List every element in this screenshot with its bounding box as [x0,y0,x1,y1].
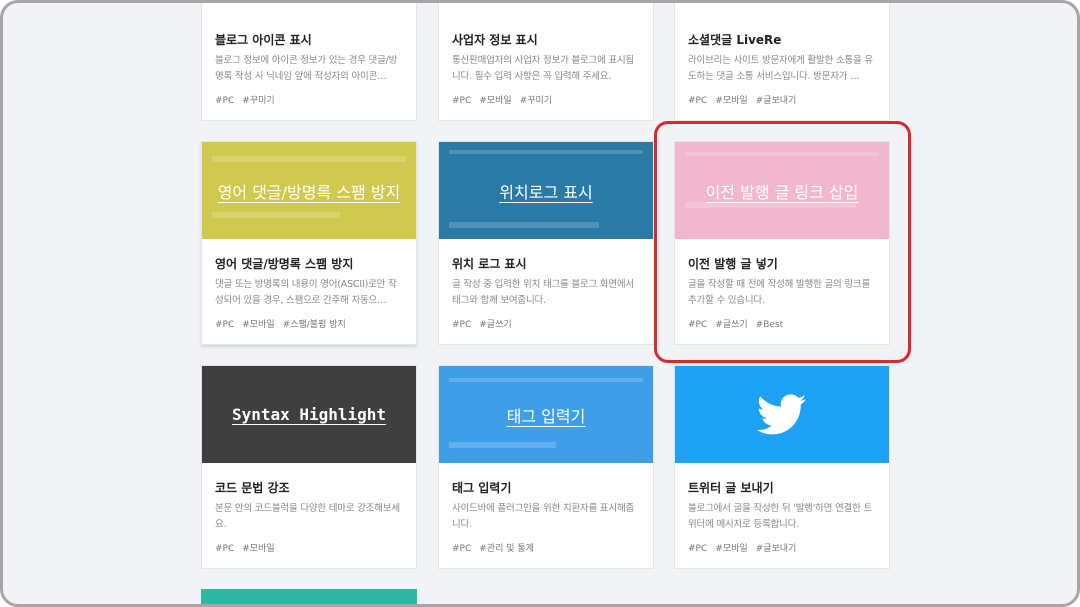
card-title: 블로그 아이콘 표시 [215,33,312,47]
card-title: 코드 문법 강조 [215,481,290,495]
card-tags: #PC #모바일 #글보내기 [688,541,877,554]
tag[interactable]: #스팸/불펌 방지 [283,320,346,330]
card-thumbnail [675,366,889,463]
tag[interactable]: #PC [215,320,234,330]
tag[interactable]: #모바일 [715,544,747,554]
tag[interactable]: #글쓰기 [479,320,511,330]
tag[interactable]: #PC [688,96,707,106]
card-thumbnail: Syntax Highlight [202,366,416,463]
card-tags: #PC #관리 및 통계 [452,541,641,554]
tag[interactable]: #PC [215,544,234,554]
card-description: 본문 안의 코드블럭을 다양한 테마로 강조해보세요. [215,503,400,530]
card-description: 라이브리는 사이트 방문자에게 활발한 소통을 유도하는 댓글 소통 서비스입니… [688,55,873,82]
card-description: 통신판매업자의 사업자 정보가 블로그에 표시됩니다. 필수 입력 사항은 꼭 … [452,55,635,82]
tag[interactable]: #모바일 [479,96,511,106]
card-description: 댓글 또는 방명록의 내용이 영어(ASCII)로만 작성되어 있을 경우, 스… [215,279,397,306]
tag[interactable]: #PC [215,96,234,106]
card-tags: #PC #꾸미기 [215,93,404,106]
card-tags: #PC #글쓰기 [452,317,641,330]
plugin-card-location-log[interactable]: 위치로그 표시 위치 로그 표시 글 작성 중 입력한 위치 태그를 블로그 화… [438,141,654,345]
card-thumbnail: 위치로그 표시 [439,142,653,239]
plugin-card-partial[interactable] [201,589,417,604]
plugin-card-twitter-post[interactable]: 트위터 글 보내기 블로그에서 글을 작성한 뒤 '발행'하면 연결한 트위터에… [674,365,890,569]
tag[interactable]: #PC [452,320,471,330]
card-thumbnail [201,589,417,604]
card-thumbnail: 영어 댓글/방명록 스팸 방지 [202,142,416,239]
card-title: 소셜댓글 LiveRe [688,33,782,47]
card-title: 태그 입력기 [452,481,512,495]
thumbnail-title: 태그 입력기 [506,406,586,426]
twitter-bird-icon [757,393,807,434]
tag[interactable]: #PC [452,544,471,554]
tag[interactable]: #꾸미기 [242,96,274,106]
plugin-card-livere[interactable]: 소셜댓글 LiveRe 라이브리는 사이트 방문자에게 활발한 소통을 유도하는… [674,3,890,121]
thumbnail-title: Syntax Highlight [231,405,387,424]
card-title: 영어 댓글/방명록 스팸 방지 [215,257,354,271]
card-thumbnail: 태그 입력기 [439,366,653,463]
plugin-gallery: 블로그 아이콘 표시 블로그 정보에 아이콘 정보가 있는 경우 댓글/방명록 … [0,0,1080,607]
card-description: 블로그 정보에 아이콘 정보가 있는 경우 댓글/방명록 작성 시 닉네임 앞에… [215,55,398,82]
card-tags: #PC #모바일 #글보내기 [688,93,877,106]
card-title: 사업자 정보 표시 [452,33,538,47]
thumbnail-title: 영어 댓글/방명록 스팸 방지 [217,182,401,202]
tag[interactable]: #모바일 [242,544,274,554]
card-color-strip [202,0,416,3]
card-title: 트위터 글 보내기 [688,481,774,495]
plugin-card-tag-input[interactable]: 태그 입력기 태그 입력기 사이드바에 플러그인을 위한 치환자를 표시해줍니다… [438,365,654,569]
card-tags: #PC #모바일 [215,541,404,554]
plugin-card-business-info[interactable]: 사업자 정보 표시 통신판매업자의 사업자 정보가 블로그에 표시됩니다. 필수… [438,0,654,121]
card-tags: #PC #모바일 #스팸/불펌 방지 [215,317,404,330]
tag[interactable]: #관리 및 통계 [479,544,534,554]
card-description: 글 작성 중 입력한 위치 태그를 블로그 화면에서 태그와 함께 보여줍니다. [452,279,634,306]
tag[interactable]: #글보내기 [756,96,797,106]
plugin-card-english-spam-block[interactable]: 영어 댓글/방명록 스팸 방지 영어 댓글/방명록 스팸 방지 댓글 또는 방명… [201,141,417,345]
tag[interactable]: #모바일 [715,96,747,106]
tag[interactable]: #글보내기 [756,544,797,554]
card-color-strip [439,0,653,3]
tag[interactable]: #꾸미기 [520,96,552,106]
tag[interactable]: #PC [688,544,707,554]
card-description: 블로그에서 글을 작성한 뒤 '발행'하면 연결한 트위터에 메시지로 등록합니… [688,503,873,530]
tag[interactable]: #PC [452,96,471,106]
tag[interactable]: #모바일 [242,320,274,330]
card-description: 사이드바에 플러그인을 위한 치환자를 표시해줍니다. [452,503,635,530]
plugin-card-blog-icon[interactable]: 블로그 아이콘 표시 블로그 정보에 아이콘 정보가 있는 경우 댓글/방명록 … [201,0,417,121]
plugin-card-syntax-highlight[interactable]: Syntax Highlight 코드 문법 강조 본문 안의 코드블럭을 다양… [201,365,417,569]
thumbnail-title: 위치로그 표시 [499,182,593,202]
card-tags: #PC #모바일 #꾸미기 [452,93,641,106]
card-title: 위치 로그 표시 [452,257,527,271]
selection-highlight [654,121,911,363]
